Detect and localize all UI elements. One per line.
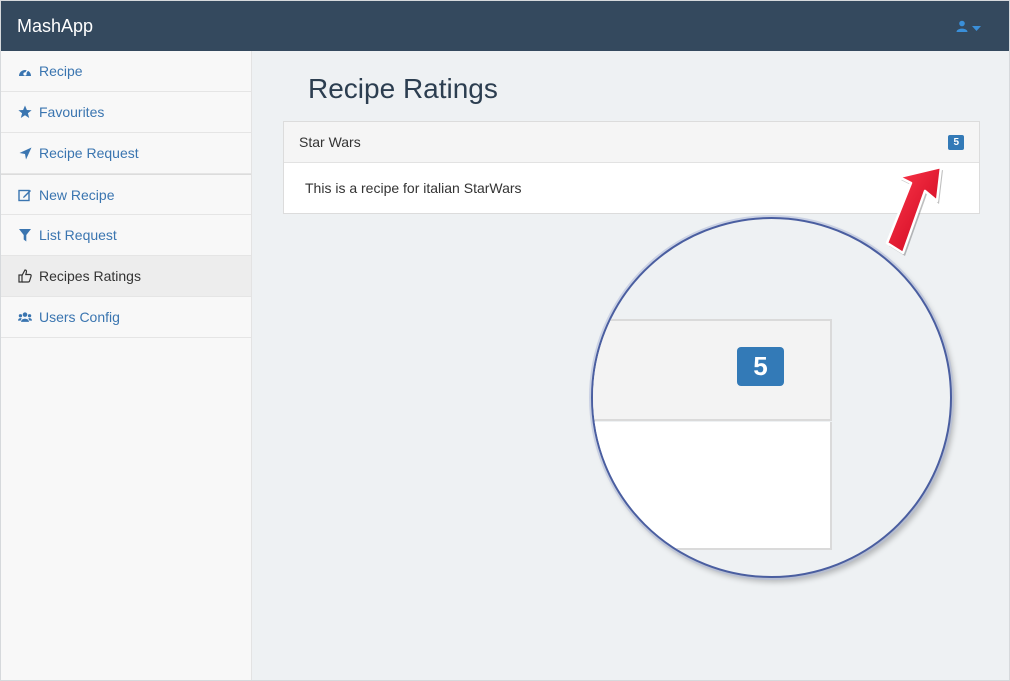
sidebar-item-label: List Request: [39, 227, 117, 243]
sidebar-item-label: Recipes Ratings: [39, 268, 141, 284]
rating-badge: 5: [948, 134, 964, 150]
sidebar-item-favourites[interactable]: Favourites: [1, 92, 251, 133]
edit-icon: [18, 188, 32, 202]
sidebar-item-recipe[interactable]: Recipe: [1, 51, 251, 92]
sidebar-item-label: Recipe Request: [39, 145, 139, 161]
user-menu[interactable]: [956, 19, 981, 37]
thumbs-up-icon: [18, 269, 32, 283]
sidebar-item-label: Favourites: [39, 104, 105, 120]
sidebar-item-label: Recipe: [39, 63, 83, 79]
sidebar-item-label: Users Config: [39, 309, 120, 325]
user-icon: [956, 19, 968, 37]
zoomed-panel-heading: 5: [593, 319, 832, 421]
caret-down-icon: [972, 19, 981, 37]
sidebar-item-list-request[interactable]: List Request: [1, 215, 251, 256]
filter-icon: [18, 228, 32, 242]
panel-title: Star Wars: [299, 134, 361, 150]
dashboard-icon: [18, 64, 32, 78]
sidebar-item-users-config[interactable]: Users Config: [1, 297, 251, 338]
panel-heading: Star Wars 5: [284, 122, 979, 163]
zoomed-panel-body: [593, 422, 832, 550]
brand-logo[interactable]: MashApp: [17, 16, 93, 37]
page-title: Recipe Ratings: [308, 73, 498, 104]
app-window: MashApp Recipe Favourites Recipe Request…: [0, 0, 1010, 681]
sidebar-item-new-recipe[interactable]: New Recipe: [1, 174, 251, 215]
magnifier-callout: 5: [591, 217, 952, 578]
top-navbar: MashApp: [1, 1, 1009, 51]
sidebar-item-recipe-request[interactable]: Recipe Request: [1, 133, 251, 174]
star-icon: [18, 105, 32, 119]
zoomed-rating-badge: 5: [737, 347, 784, 386]
sidebar-item-label: New Recipe: [39, 186, 115, 203]
users-icon: [18, 310, 32, 324]
sidebar: Recipe Favourites Recipe Request New Rec…: [1, 51, 252, 680]
sidebar-item-recipes-ratings[interactable]: Recipes Ratings: [1, 256, 251, 297]
callout-arrow-icon: [885, 165, 943, 256]
send-icon: [18, 146, 32, 160]
